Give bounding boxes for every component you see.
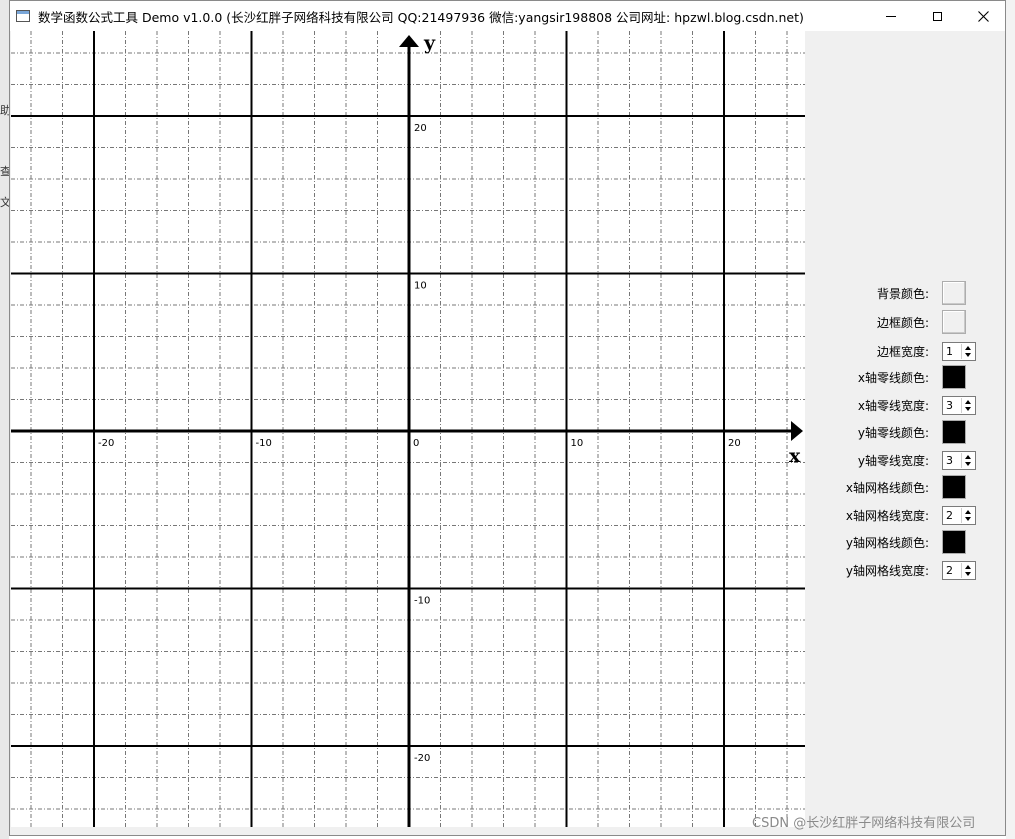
- setting-row: 边框宽度: 1: [806, 339, 1005, 363]
- window-title: 数学函数公式工具 Demo v1.0.0 (长沙红胖子网络科技有限公司 QQ:2…: [38, 9, 804, 25]
- spinbox-arrows: [961, 563, 974, 578]
- watermark: CSDN @长沙红胖子网络科技有限公司: [752, 816, 976, 831]
- y-axis-label: y: [423, 32, 436, 54]
- minimize-icon: [886, 15, 896, 17]
- setting-label: x轴网格线宽度:: [845, 509, 929, 523]
- spin-up-icon[interactable]: [965, 400, 971, 404]
- spinbox-arrows: [961, 344, 974, 359]
- y-tick-label: 10: [414, 281, 427, 292]
- background-fragment: 文: [0, 196, 11, 209]
- spin-down-icon[interactable]: [965, 572, 971, 576]
- setting-row: y轴网格线宽度: 2: [806, 558, 1005, 582]
- y-tick-label: -20: [414, 753, 430, 764]
- spinbox-value: 3: [946, 454, 953, 467]
- setting-label: 边框颜色:: [876, 316, 929, 330]
- spinbox-arrows: [961, 508, 974, 523]
- spin-up-icon[interactable]: [965, 510, 971, 514]
- x-tick-label: 20: [728, 438, 741, 449]
- color-picker-button[interactable]: [942, 530, 966, 554]
- setting-row: x轴网格线宽度: 2: [806, 503, 1005, 527]
- color-picker-button[interactable]: [942, 365, 966, 389]
- spinbox-arrows: [961, 453, 974, 468]
- setting-label: y轴零线宽度:: [857, 454, 929, 468]
- spin-down-icon[interactable]: [965, 462, 971, 466]
- setting-row: 边框颜色:: [806, 310, 1005, 334]
- minimize-button[interactable]: [868, 1, 914, 31]
- color-picker-button[interactable]: [942, 310, 966, 334]
- x-axis-label: x: [789, 445, 801, 467]
- color-picker-button[interactable]: [942, 475, 966, 499]
- spin-up-icon[interactable]: [965, 455, 971, 459]
- color-picker-button[interactable]: [942, 281, 966, 305]
- x-tick-label: 10: [571, 438, 584, 449]
- x-tick-label: -10: [256, 438, 272, 449]
- settings-panel: 背景颜色: 边框颜色: 边框宽度: 1 x轴零线颜色: x轴零线宽度: 3 y轴零线颜色: y轴…: [806, 31, 1005, 827]
- x-tick-label: 0: [413, 438, 419, 449]
- x-tick-label: -20: [98, 438, 114, 449]
- spin-down-icon[interactable]: [965, 517, 971, 521]
- setting-label: x轴零线宽度:: [857, 399, 929, 413]
- spin-up-icon[interactable]: [965, 346, 971, 350]
- close-button[interactable]: [960, 1, 1006, 31]
- setting-label: x轴零线颜色:: [857, 371, 929, 385]
- setting-row: y轴网格线颜色:: [806, 530, 1005, 554]
- title-bar[interactable]: 数学函数公式工具 Demo v1.0.0 (长沙红胖子网络科技有限公司 QQ:2…: [10, 1, 1005, 31]
- setting-row: x轴网格线颜色:: [806, 475, 1005, 499]
- setting-row: y轴零线颜色:: [806, 420, 1005, 444]
- setting-label: y轴零线颜色:: [857, 426, 929, 440]
- width-spinbox[interactable]: 2: [942, 506, 976, 525]
- spinbox-arrows: [961, 398, 974, 413]
- spin-up-icon[interactable]: [965, 565, 971, 569]
- background-desktop-right: [1006, 0, 1015, 839]
- spinbox-value: 1: [946, 345, 953, 358]
- setting-label: y轴网格线颜色:: [845, 536, 929, 550]
- setting-label: 边框宽度:: [876, 345, 929, 359]
- x-axis-arrow-icon: [791, 421, 803, 441]
- maximize-button[interactable]: [914, 1, 960, 31]
- setting-label: 背景颜色:: [876, 287, 929, 301]
- app-icon: [16, 10, 30, 22]
- y-axis-arrow-icon: [399, 35, 419, 47]
- width-spinbox[interactable]: 3: [942, 451, 976, 470]
- spin-down-icon[interactable]: [965, 353, 971, 357]
- function-chart: x y -20 -10 0 10 20 -20 -10 10 20: [11, 31, 805, 827]
- y-tick-label: -10: [414, 596, 430, 607]
- background-desktop-left: 助 查 文: [0, 0, 11, 839]
- background-fragment: 查: [0, 165, 11, 178]
- function-plot-area[interactable]: x y -20 -10 0 10 20 -20 -10 10 20: [11, 31, 805, 827]
- setting-row: x轴零线颜色:: [806, 365, 1005, 389]
- background-fragment: 助: [0, 104, 11, 117]
- width-spinbox[interactable]: 3: [942, 396, 976, 415]
- app-window: 数学函数公式工具 Demo v1.0.0 (长沙红胖子网络科技有限公司 QQ:2…: [9, 0, 1006, 836]
- spinbox-value: 2: [946, 509, 953, 522]
- y-tick-label: 20: [414, 123, 427, 134]
- setting-row: y轴零线宽度: 3: [806, 448, 1005, 472]
- spinbox-value: 2: [946, 564, 953, 577]
- spin-down-icon[interactable]: [965, 407, 971, 411]
- setting-row: x轴零线宽度: 3: [806, 393, 1005, 417]
- width-spinbox[interactable]: 1: [942, 342, 976, 361]
- setting-label: y轴网格线宽度:: [845, 564, 929, 578]
- setting-label: x轴网格线颜色:: [845, 481, 929, 495]
- setting-row: 背景颜色:: [806, 281, 1005, 305]
- width-spinbox[interactable]: 2: [942, 561, 976, 580]
- spinbox-value: 3: [946, 399, 953, 412]
- color-picker-button[interactable]: [942, 420, 966, 444]
- maximize-icon: [932, 11, 942, 21]
- close-icon: [977, 10, 989, 22]
